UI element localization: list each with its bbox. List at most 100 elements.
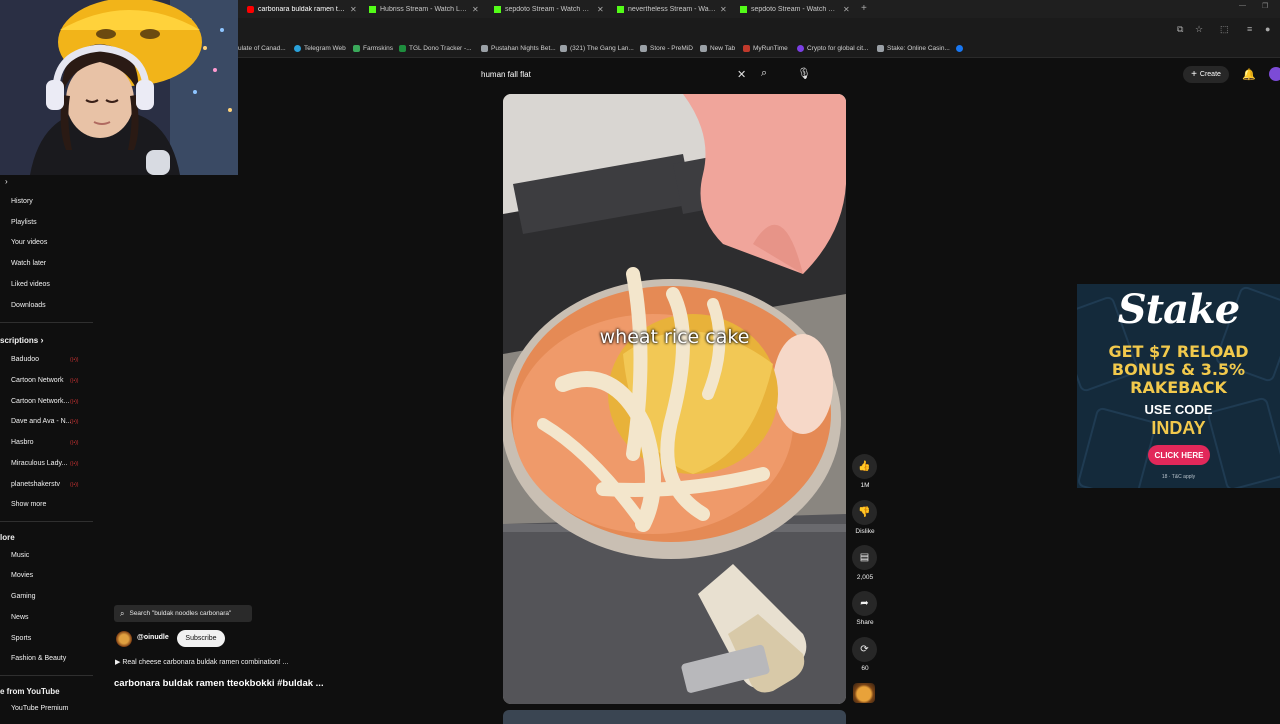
sidebar-section-subscriptions[interactable]: scriptions › [0,335,43,345]
search-icon[interactable]: ⌕ [761,67,767,80]
sidebar-item-subscription[interactable]: planetshakerstv [11,481,60,488]
sidebar-item-movies[interactable]: Movies [11,572,33,579]
bookmark-item[interactable]: ulate of Canad... [238,45,286,52]
video-frame-image [503,94,846,704]
restore-icon[interactable]: ❐ [1262,2,1268,10]
sidebar-item-subscription[interactable]: Cartoon Network... [11,398,69,405]
close-tab-icon[interactable]: ✕ [720,5,727,14]
browser-tab[interactable]: sepdoto Stream - Watch Live o ✕ [494,2,604,16]
telegram-icon [294,45,301,52]
search-input[interactable]: human fall flat [481,70,531,79]
sound-channel-thumbnail[interactable] [853,683,875,703]
bookmark-item[interactable]: Stake: Online Casin... [877,45,950,52]
clear-search-icon[interactable]: ✕ [737,68,746,81]
remix-icon: ⟳ [860,644,869,655]
media-icon[interactable]: ≡ [1247,24,1252,34]
bookmark-item[interactable]: Pustahan Nights Bet... [481,45,556,52]
expand-chevron-icon[interactable]: › [5,177,8,186]
sidebar-item-subscription[interactable]: Miraculous Lady... [11,460,67,467]
browser-tab[interactable]: carbonara buldak ramen tteokbokki ✕ [247,2,357,16]
extensions-icon[interactable]: ⬚ [1220,24,1229,35]
bookmark-item[interactable]: MyRunTime [743,45,788,52]
avatar[interactable] [1269,67,1280,81]
minimize-icon[interactable]: — [1239,2,1246,9]
notifications-bell-icon[interactable]: 🔔 [1242,68,1256,81]
search-chip-label: Search "buldak noodles carbonara" [129,610,232,617]
like-count: 1M [860,482,870,489]
new-tab-button[interactable]: + [861,3,867,14]
bookmark-page-icon [560,45,567,52]
short-video-player[interactable]: wheat rice cake [503,94,846,704]
bookmark-page-icon [481,45,488,52]
sidebar-item-playlists[interactable]: Playlists [11,219,37,226]
bookmark-label: TGL Dono Tracker -... [409,45,472,52]
bookmark-item[interactable]: Telegram Web [294,45,346,52]
subscribe-button[interactable]: Subscribe [177,630,225,647]
bookmark-item[interactable]: Crypto for global cit... [797,45,868,52]
close-tab-icon[interactable]: ✕ [350,5,357,14]
bookmark-item[interactable]: TGL Dono Tracker -... [399,45,472,52]
farmskins-icon [353,45,360,52]
bookmark-item[interactable]: Store - PreMiD [640,45,693,52]
sidebar-item-sports[interactable]: Sports [11,635,31,642]
browser-tab[interactable]: nevertheless Stream - Watch Li ✕ [617,2,727,16]
bookmark-label: (321) The Gang Lan... [570,45,634,52]
comments-button[interactable]: ▤ [852,545,877,570]
kick-icon [494,5,501,13]
sidebar-item-youtube-premium[interactable]: YouTube Premium [11,705,68,712]
like-button[interactable]: 👍 [852,454,877,479]
next-short-preview[interactable] [503,710,846,724]
sound-link[interactable]: ▶ Real cheese carbonara buldak ramen com… [115,658,289,666]
tab-title: Hubriss Stream - Watch Live o [380,5,468,13]
live-indicator-icon: ((•)) [70,440,79,446]
sidebar-item-music[interactable]: Music [11,552,29,559]
channel-name[interactable]: @oinudle [137,634,169,641]
sidebar-item-watch-later[interactable]: Watch later [11,260,46,267]
dislike-button[interactable]: 👎 [852,500,877,525]
ad-click-here-button[interactable]: CLICK HERE [1148,445,1210,465]
install-app-icon[interactable]: ⧉ [1177,24,1183,35]
share-label: Share [856,619,874,626]
bookmark-label: Stake: Online Casin... [887,45,950,52]
browser-tab[interactable]: sepdoto Stream - Watch Live o ✕ [740,2,850,16]
microphone-icon[interactable]: 🎙 [797,67,811,80]
play-icon: ▶ [115,659,121,666]
sidebar-item-subscription[interactable]: Cartoon Network [11,377,64,384]
show-more-button[interactable]: Show more [11,501,46,508]
related-search-chip[interactable]: ⌕ Search "buldak noodles carbonara" [114,605,252,622]
bookmark-page-icon [640,45,647,52]
close-tab-icon[interactable]: ✕ [597,5,604,14]
video-title[interactable]: carbonara buldak ramen tteokbokki #bulda… [114,678,324,689]
sidebar-item-news[interactable]: News [11,614,29,621]
sidebar-item-downloads[interactable]: Downloads [11,302,46,309]
kick-icon [369,5,376,13]
sidebar-item-liked-videos[interactable]: Liked videos [11,281,50,288]
sheets-icon [399,45,406,52]
webcam-overlay [0,0,238,175]
remix-button[interactable]: ⟳ [852,637,877,662]
sidebar-item-your-videos[interactable]: Your videos [11,239,47,246]
channel-avatar[interactable] [116,631,132,647]
bookmark-star-icon[interactable]: ☆ [1195,24,1203,35]
close-tab-icon[interactable]: ✕ [472,5,479,14]
sidebar-item-gaming[interactable]: Gaming [11,593,36,600]
sidebar-item-history[interactable]: History [11,198,33,205]
sidebar-item-subscription[interactable]: Badudoo [11,356,39,363]
facebook-icon [956,45,963,52]
tab-title: sepdoto Stream - Watch Live o [751,5,839,13]
bookmark-item[interactable]: (321) The Gang Lan... [560,45,634,52]
share-button[interactable]: ➦ [852,591,877,616]
sidebar-item-subscription[interactable]: Dave and Ava - N... [11,418,72,425]
sidebar-item-subscription[interactable]: Hasbro [11,439,34,446]
close-tab-icon[interactable]: ✕ [843,5,850,14]
sidebar-item-fashion-beauty[interactable]: Fashion & Beauty [11,655,66,662]
tab-title: nevertheless Stream - Watch Li [628,5,716,13]
bookmark-item[interactable]: Farmskins [353,45,393,52]
profile-icon[interactable]: ● [1265,24,1270,34]
bookmark-item[interactable]: New Tab [700,45,735,52]
create-button[interactable]: + Create [1183,66,1229,83]
bookmark-item[interactable] [956,45,966,52]
stake-ad-banner[interactable]: Stake GET $7 RELOAD BONUS & 3.5% RAKEBAC… [1077,284,1280,488]
browser-tab[interactable]: Hubriss Stream - Watch Live o ✕ [369,2,479,16]
sound-label: Real cheese carbonara buldak ramen combi… [122,659,289,666]
